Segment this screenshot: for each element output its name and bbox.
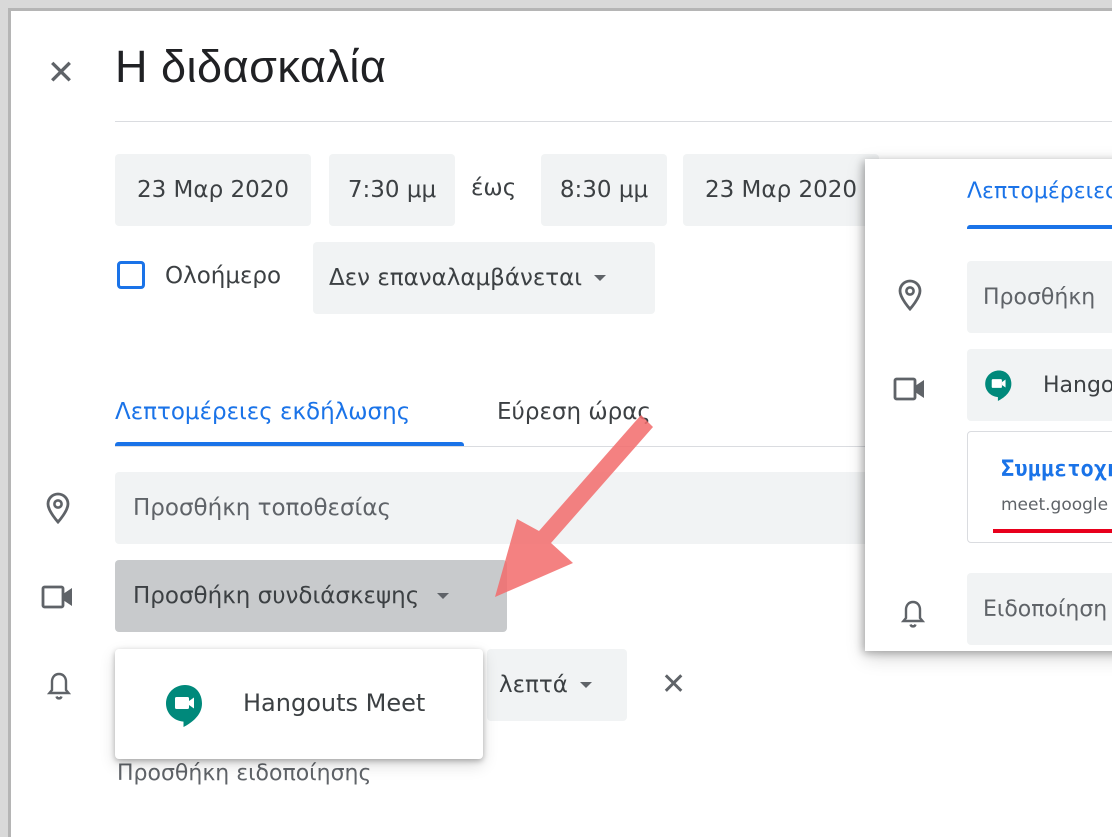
inset-preview-panel: Λεπτομέρειες Προσθήκη Hangouts Συμμετοχή… (865, 159, 1112, 651)
end-time-button[interactable]: 8:30 μμ (541, 154, 667, 226)
location-pin-icon (46, 492, 70, 524)
notification-unit-dropdown[interactable]: λεπτά (487, 649, 627, 721)
red-underline-annotation (993, 529, 1112, 533)
conference-dropdown-menu: Hangouts Meet (115, 649, 483, 759)
dropdown-item-hangouts-meet[interactable]: Hangouts Meet (115, 649, 483, 759)
all-day-checkbox[interactable] (117, 261, 145, 289)
hangouts-meet-icon (166, 685, 202, 727)
bell-icon (47, 672, 71, 700)
location-pin-icon (898, 279, 922, 311)
join-meeting-link[interactable]: Συμμετοχή (1001, 457, 1112, 482)
all-day-label: Ολοήμερο (165, 263, 282, 289)
bell-icon (901, 600, 925, 628)
inset-tab-details[interactable]: Λεπτομέρειες (967, 179, 1112, 204)
tab-event-details[interactable]: Λεπτομέρειες εκδήλωσης (115, 399, 410, 425)
inset-notification-field[interactable]: Ειδοποίηση (967, 573, 1112, 645)
end-date-button[interactable]: 23 Μαρ 2020 (683, 154, 879, 226)
remove-notification-icon[interactable]: ✕ (661, 667, 686, 702)
chevron-down-icon (579, 682, 592, 688)
close-icon[interactable]: ✕ (43, 55, 79, 91)
notification-unit-value: λεπτά (499, 672, 568, 698)
add-conference-label: Προσθήκη συνδιάσκεψης (133, 583, 420, 609)
hangouts-meet-icon (985, 370, 1012, 401)
inset-conference-label: Hangouts (1043, 372, 1112, 398)
event-title[interactable]: Η διδασκαλία (115, 41, 386, 93)
dialog-frame: ✕ Η διδασκαλία 23 Μαρ 2020 7:30 μμ έως 8… (8, 8, 1112, 837)
highlight-arrow-icon (495, 415, 653, 597)
dropdown-item-label: Hangouts Meet (243, 689, 426, 717)
video-camera-icon (893, 377, 924, 401)
inset-location-input[interactable]: Προσθήκη (967, 261, 1112, 333)
repeat-value: Δεν επαναλαμβάνεται (329, 265, 583, 291)
video-camera-icon (41, 585, 72, 609)
title-divider (115, 121, 1112, 122)
add-notification-link[interactable]: Προσθήκη ειδοποίησης (117, 761, 371, 786)
chevron-down-icon (594, 275, 607, 281)
meet-link-text[interactable]: meet.google (1001, 495, 1108, 515)
inset-conference-row[interactable]: Hangouts (967, 349, 1112, 421)
to-label: έως (471, 175, 517, 201)
repeat-dropdown[interactable]: Δεν επαναλαμβάνεται (313, 242, 655, 314)
start-time-button[interactable]: 7:30 μμ (329, 154, 455, 226)
inset-tab-indicator (967, 225, 1112, 229)
chevron-down-icon (437, 593, 450, 599)
inset-join-box (967, 431, 1112, 543)
start-date-button[interactable]: 23 Μαρ 2020 (115, 154, 311, 226)
add-conference-button[interactable]: Προσθήκη συνδιάσκεψης (115, 560, 507, 632)
